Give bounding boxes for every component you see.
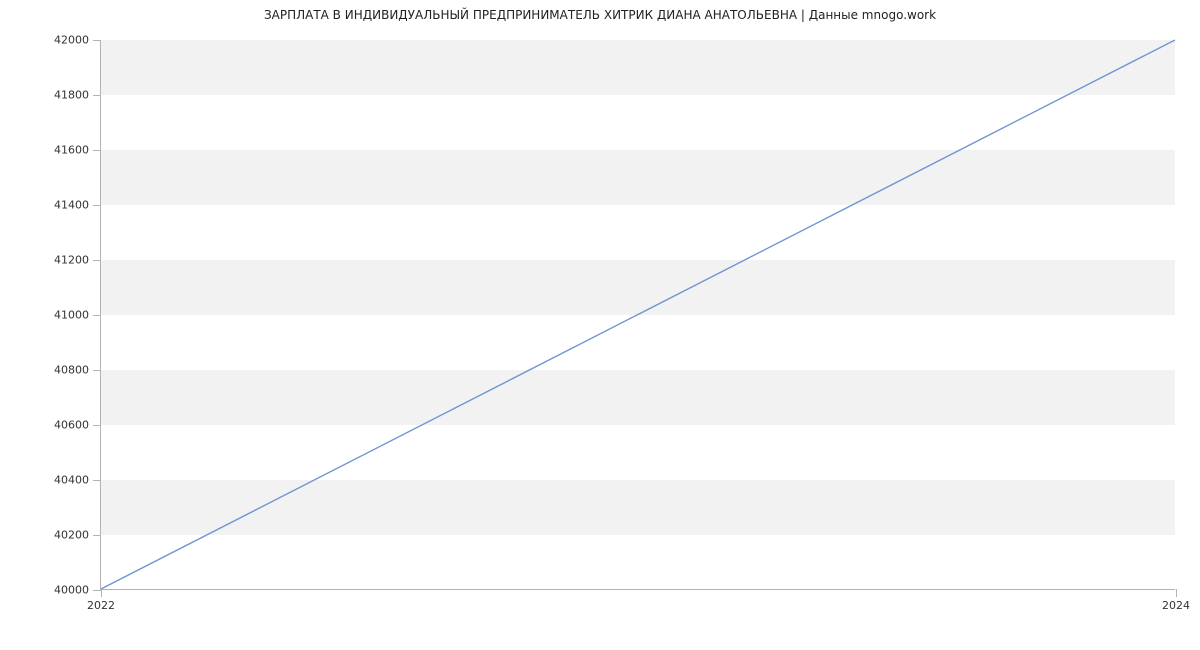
y-tick	[93, 95, 101, 96]
y-tick-label: 40400	[54, 474, 89, 487]
x-tick-label: 2024	[1162, 599, 1190, 612]
y-tick-label: 41400	[54, 199, 89, 212]
y-tick-label: 40800	[54, 364, 89, 377]
y-tick-label: 41000	[54, 309, 89, 322]
y-tick	[93, 535, 101, 536]
y-tick	[93, 480, 101, 481]
plot-area: 4000040200404004060040800410004120041400…	[100, 40, 1175, 590]
y-tick	[93, 150, 101, 151]
x-tick	[101, 589, 102, 597]
y-tick-label: 41200	[54, 254, 89, 267]
y-tick	[93, 590, 101, 591]
y-tick-label: 41800	[54, 89, 89, 102]
line-series	[101, 40, 1175, 589]
chart-title: ЗАРПЛАТА В ИНДИВИДУАЛЬНЫЙ ПРЕДПРИНИМАТЕЛ…	[0, 8, 1200, 22]
y-tick	[93, 425, 101, 426]
y-tick	[93, 370, 101, 371]
x-tick	[1176, 589, 1177, 597]
y-tick	[93, 205, 101, 206]
y-tick-label: 40600	[54, 419, 89, 432]
x-tick-label: 2022	[87, 599, 115, 612]
y-tick-label: 40200	[54, 529, 89, 542]
y-tick	[93, 260, 101, 261]
y-tick	[93, 315, 101, 316]
y-tick-label: 42000	[54, 34, 89, 47]
y-tick-label: 40000	[54, 584, 89, 597]
y-tick-label: 41600	[54, 144, 89, 157]
y-tick	[93, 40, 101, 41]
